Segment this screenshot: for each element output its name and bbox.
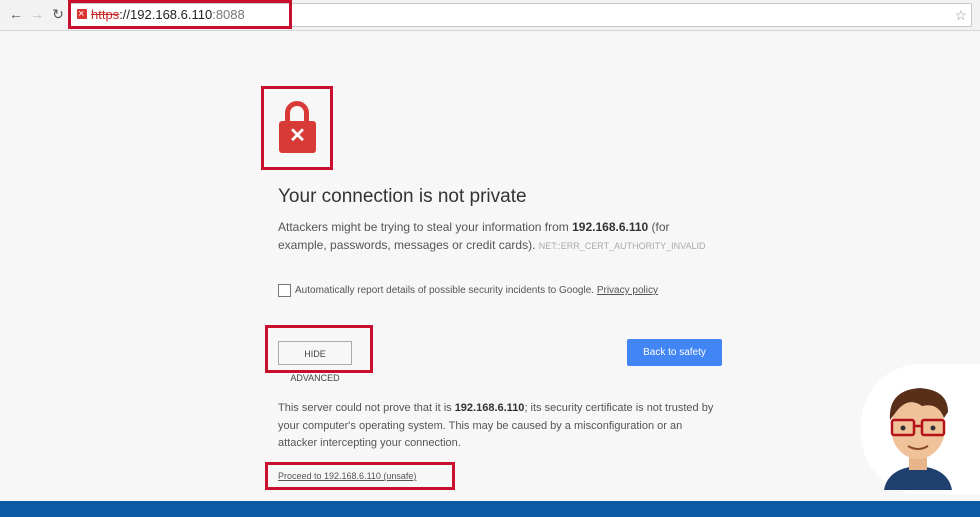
- address-bar[interactable]: https://192.168.6.110:8088 ☆: [70, 3, 972, 27]
- url-port: :8088: [212, 7, 245, 22]
- privacy-policy-link[interactable]: Privacy policy: [597, 285, 658, 296]
- bookmark-star-icon[interactable]: ☆: [954, 4, 967, 26]
- report-checkbox-row: Automatically report details of possible…: [278, 284, 658, 297]
- report-checkbox[interactable]: [278, 284, 291, 297]
- browser-toolbar: ← → ↻ https://192.168.6.110:8088 ☆: [0, 0, 980, 31]
- lock-error-icon: ✕: [262, 87, 332, 169]
- close-icon: ✕: [289, 125, 306, 147]
- details-host: 192.168.6.110: [454, 402, 525, 414]
- url-scheme: https: [91, 7, 120, 22]
- url-separator: ://: [119, 7, 131, 22]
- proceed-unsafe-link[interactable]: Proceed to 192.168.6.110 (unsafe): [278, 471, 416, 481]
- forward-arrow-icon[interactable]: →: [29, 5, 45, 23]
- description-text: Attackers might be trying to steal your …: [278, 218, 718, 255]
- back-to-safety-button[interactable]: Back to safety: [627, 339, 722, 366]
- details-part: This server could not prove that it is: [278, 402, 455, 414]
- bottom-bar: [0, 501, 980, 517]
- page-title: Your connection is not private: [278, 186, 527, 207]
- not-secure-icon[interactable]: [77, 3, 87, 25]
- hide-advanced-button[interactable]: HIDE ADVANCED: [278, 341, 352, 383]
- url-host: 192.168.6.110: [130, 7, 213, 22]
- desc-part: Attackers might be trying to steal your …: [278, 220, 573, 234]
- lock-body: ✕: [279, 121, 316, 153]
- report-label: Automatically report details of possible…: [295, 285, 595, 297]
- details-text: This server could not prove that it is 1…: [278, 400, 723, 453]
- presenter-avatar: [884, 388, 952, 490]
- back-arrow-icon[interactable]: ←: [8, 5, 24, 23]
- error-code: NET::ERR_CERT_AUTHORITY_INVALID: [538, 241, 706, 251]
- desc-host: 192.168.6.110: [572, 220, 649, 234]
- url-text: https://192.168.6.110:8088: [91, 4, 245, 26]
- reload-icon[interactable]: ↻: [50, 5, 66, 23]
